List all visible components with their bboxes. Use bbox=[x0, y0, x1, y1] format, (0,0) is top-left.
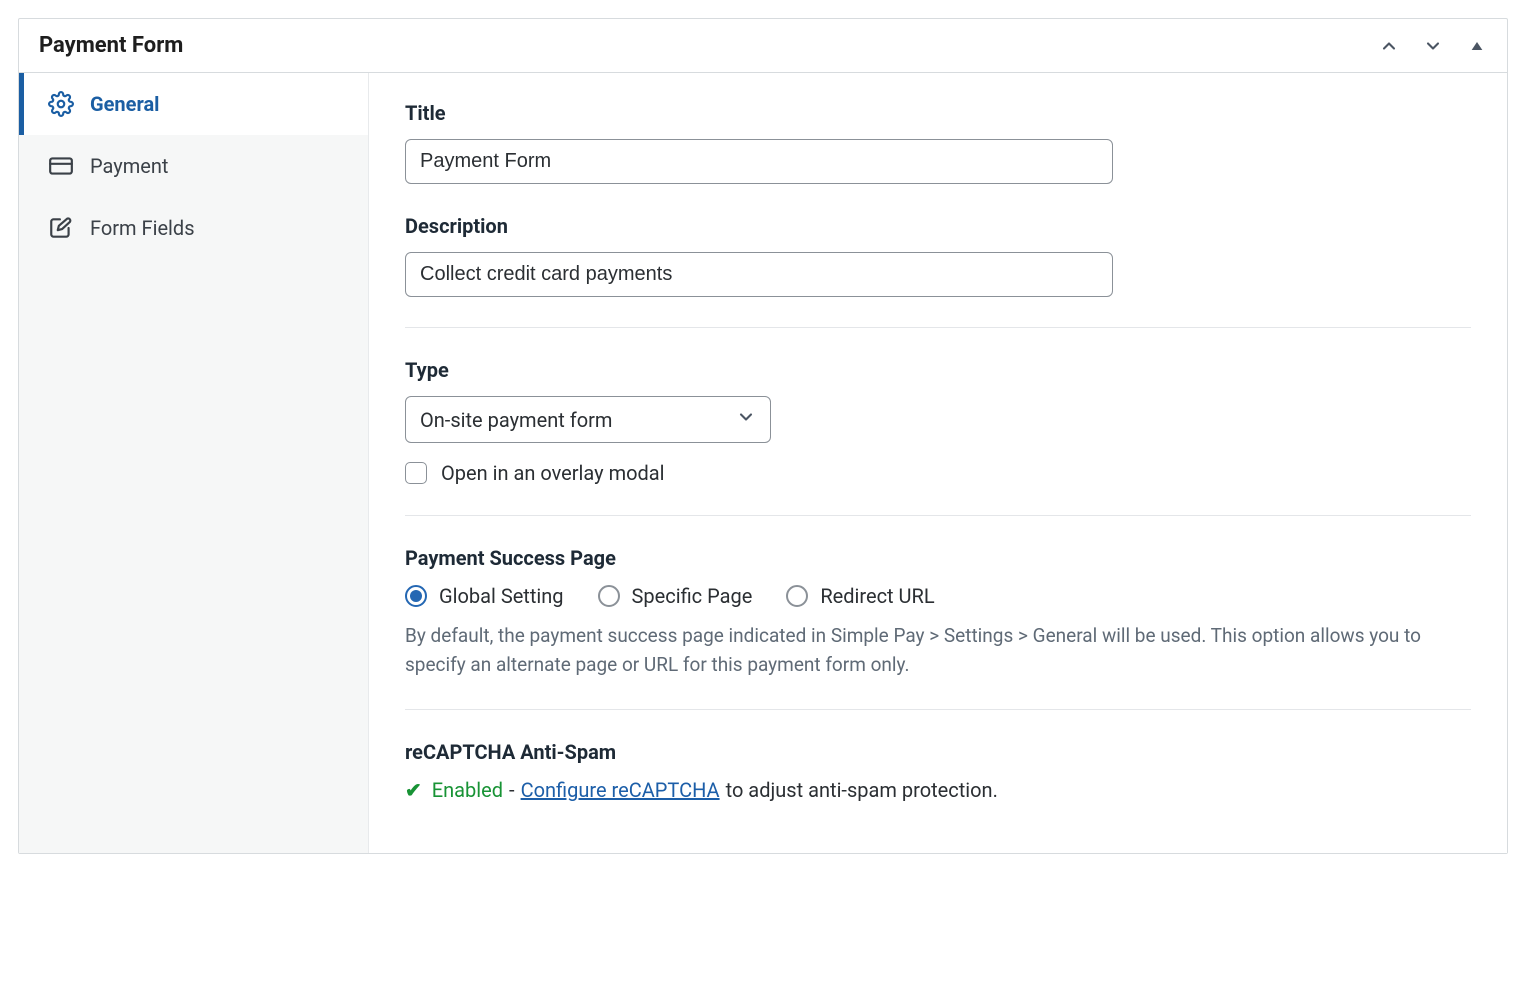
check-icon: ✔ bbox=[405, 778, 422, 802]
sidebar-item-general[interactable]: General bbox=[19, 73, 368, 135]
recaptcha-status: Enabled bbox=[432, 778, 503, 802]
sidebar-item-payment[interactable]: Payment bbox=[19, 135, 368, 197]
recaptcha-label: reCAPTCHA Anti-Spam bbox=[405, 740, 1471, 764]
divider bbox=[405, 515, 1471, 516]
field-title: Title bbox=[405, 101, 1471, 184]
radio-label: Specific Page bbox=[632, 584, 753, 608]
success-page-options: Global Setting Specific Page Redirect UR… bbox=[405, 584, 1471, 608]
field-type: Type On-site payment form Open in an ove… bbox=[405, 358, 1471, 485]
radio-input[interactable] bbox=[786, 585, 808, 607]
sidebar-item-form-fields[interactable]: Form Fields bbox=[19, 197, 368, 259]
description-input[interactable] bbox=[405, 252, 1113, 297]
title-label: Title bbox=[405, 101, 1471, 125]
configure-recaptcha-link[interactable]: Configure reCAPTCHA bbox=[521, 778, 720, 802]
field-recaptcha: reCAPTCHA Anti-Spam ✔ Enabled - Configur… bbox=[405, 740, 1471, 802]
panel-body: General Payment Form Fields Title bbox=[19, 73, 1507, 853]
field-description: Description bbox=[405, 214, 1471, 297]
radio-global-setting[interactable]: Global Setting bbox=[405, 584, 564, 608]
field-success-page: Payment Success Page Global Setting Spec… bbox=[405, 546, 1471, 679]
separator: - bbox=[509, 778, 515, 802]
description-label: Description bbox=[405, 214, 1471, 238]
type-select[interactable]: On-site payment form bbox=[405, 396, 771, 443]
panel-title: Payment Form bbox=[39, 33, 183, 58]
panel-header-actions bbox=[1379, 36, 1487, 56]
collapse-icon[interactable] bbox=[1467, 36, 1487, 56]
settings-sidebar: General Payment Form Fields bbox=[19, 73, 369, 853]
recaptcha-trail-text: to adjust anti-spam protection. bbox=[726, 778, 998, 802]
edit-square-icon bbox=[48, 215, 74, 241]
sidebar-item-label: Payment bbox=[90, 154, 168, 178]
panel-header: Payment Form bbox=[19, 19, 1507, 73]
overlay-modal-row: Open in an overlay modal bbox=[405, 461, 1471, 485]
divider bbox=[405, 327, 1471, 328]
settings-panel: Payment Form General bbox=[18, 18, 1508, 854]
chevron-down-icon bbox=[736, 407, 756, 432]
radio-label: Global Setting bbox=[439, 584, 564, 608]
recaptcha-status-line: ✔ Enabled - Configure reCAPTCHA to adjus… bbox=[405, 778, 1471, 802]
overlay-modal-checkbox[interactable] bbox=[405, 462, 427, 484]
type-label: Type bbox=[405, 358, 1471, 382]
radio-specific-page[interactable]: Specific Page bbox=[598, 584, 753, 608]
sidebar-item-label: General bbox=[90, 92, 159, 116]
move-up-icon[interactable] bbox=[1379, 36, 1399, 56]
radio-label: Redirect URL bbox=[820, 584, 934, 608]
success-page-help: By default, the payment success page ind… bbox=[405, 622, 1471, 679]
radio-input[interactable] bbox=[405, 585, 427, 607]
gear-icon bbox=[48, 91, 74, 117]
radio-input[interactable] bbox=[598, 585, 620, 607]
type-selected-value: On-site payment form bbox=[420, 408, 612, 432]
overlay-modal-label: Open in an overlay modal bbox=[441, 461, 665, 485]
move-down-icon[interactable] bbox=[1423, 36, 1443, 56]
credit-card-icon bbox=[48, 153, 74, 179]
settings-content: Title Description Type On-site payment f… bbox=[369, 73, 1507, 853]
success-page-label: Payment Success Page bbox=[405, 546, 1471, 570]
sidebar-item-label: Form Fields bbox=[90, 216, 195, 240]
radio-redirect-url[interactable]: Redirect URL bbox=[786, 584, 934, 608]
divider bbox=[405, 709, 1471, 710]
title-input[interactable] bbox=[405, 139, 1113, 184]
